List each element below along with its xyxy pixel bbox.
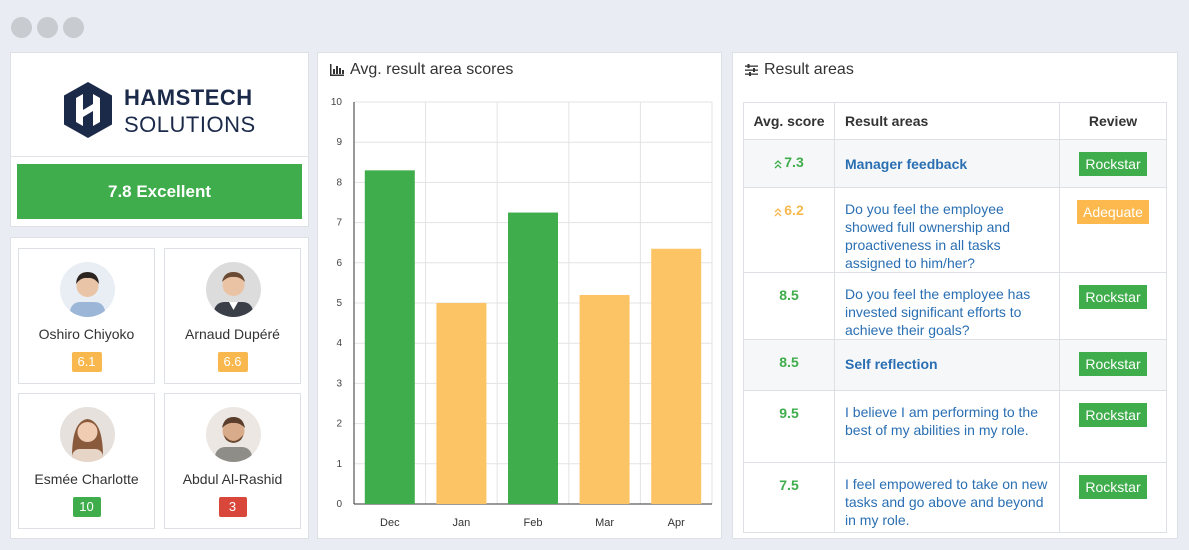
bar-jan[interactable] xyxy=(436,303,487,504)
person-score-badge: 6.1 xyxy=(71,352,102,372)
divider xyxy=(11,156,308,157)
review-badge[interactable]: Rockstar xyxy=(1079,475,1147,499)
person-score-badge: 10 xyxy=(72,497,101,517)
table-row[interactable]: 8.5 Self reflection Rockstar xyxy=(743,339,1167,391)
avatar xyxy=(206,407,261,462)
result-areas-title: Result areas xyxy=(764,61,854,78)
review-badge[interactable]: Rockstar xyxy=(1079,352,1147,376)
avatar xyxy=(206,262,261,317)
window-maximize-dot[interactable] xyxy=(63,17,84,38)
review-cell: Rockstar xyxy=(1059,139,1167,188)
y-tick-label: 0 xyxy=(336,499,342,510)
y-tick-label: 4 xyxy=(336,338,342,349)
person-card[interactable]: Esmée Charlotte 10 xyxy=(18,393,155,529)
y-tick-label: 2 xyxy=(336,419,342,430)
avg-score-cell: 7.5 xyxy=(743,462,835,533)
avatar xyxy=(60,407,115,462)
review-badge[interactable]: Adequate xyxy=(1077,200,1149,224)
table-row[interactable]: 9.5 I believe I am performing to the best… xyxy=(743,390,1167,463)
avg-score-cell: 7.3 xyxy=(743,139,835,188)
window-minimize-dot[interactable] xyxy=(37,17,58,38)
brand-line1: HAMSTECH xyxy=(124,85,253,110)
avg-score-value: 6.2 xyxy=(784,202,804,218)
person-name: Abdul Al-Rashid xyxy=(182,471,283,487)
table-row[interactable]: 6.2 Do you feel the employee showed full … xyxy=(743,187,1167,273)
table-row[interactable]: 8.5 Do you feel the employee has invested… xyxy=(743,272,1167,340)
people-panel: Oshiro Chiyoko 6.1 Arnaud Dupéré 6.6 Esm… xyxy=(10,237,309,539)
avg-score-value: 8.5 xyxy=(779,354,799,370)
person-name: Arnaud Dupéré xyxy=(185,326,280,342)
avg-score-value: 8.5 xyxy=(779,287,799,303)
bar-apr[interactable] xyxy=(651,248,702,504)
x-tick-label: Mar xyxy=(595,517,614,529)
y-tick-label: 6 xyxy=(336,258,342,269)
company-logo: HAMSTECH SOLUTIONS xyxy=(61,80,261,140)
result-area-link[interactable]: I feel empowered to take on new tasks an… xyxy=(834,462,1060,533)
column-header-score[interactable]: Avg. score xyxy=(743,102,835,140)
person-score-badge: 3 xyxy=(218,497,247,517)
result-areas-header: Result areas xyxy=(745,61,854,79)
result-areas-panel: Result areas Avg. score Result areas Rev… xyxy=(732,52,1178,539)
trend-up-icon xyxy=(774,207,782,218)
column-header-review[interactable]: Review xyxy=(1059,102,1167,140)
brand-panel: HAMSTECH SOLUTIONS 7.8 Excellent xyxy=(10,52,309,227)
bar-dec[interactable] xyxy=(364,170,415,504)
table-row[interactable]: 7.5 I feel empowered to take on new tasks… xyxy=(743,462,1167,533)
avg-score-value: 7.5 xyxy=(779,477,799,493)
avg-score-cell: 9.5 xyxy=(743,390,835,463)
bar-mar[interactable] xyxy=(579,294,630,504)
column-header-areas[interactable]: Result areas xyxy=(834,102,1060,140)
table-header-row: Avg. score Result areas Review xyxy=(743,102,1167,140)
result-area-link[interactable]: Manager feedback xyxy=(834,139,1060,188)
review-badge[interactable]: Rockstar xyxy=(1079,403,1147,427)
review-cell: Rockstar xyxy=(1059,462,1167,533)
result-area-link[interactable]: I believe I am performing to the best of… xyxy=(834,390,1060,463)
result-areas-table: Avg. score Result areas Review 7.3 Manage… xyxy=(743,102,1167,533)
result-area-link[interactable]: Self reflection xyxy=(834,339,1060,391)
person-name: Oshiro Chiyoko xyxy=(38,326,135,342)
review-badge[interactable]: Rockstar xyxy=(1079,152,1147,176)
x-tick-label: Jan xyxy=(453,517,471,529)
review-cell: Rockstar xyxy=(1059,339,1167,391)
person-name: Esmée Charlotte xyxy=(34,471,139,487)
avg-score-value: 9.5 xyxy=(779,405,799,421)
y-tick-label: 1 xyxy=(336,459,342,470)
brand-line2: SOLUTIONS xyxy=(124,112,256,137)
review-cell: Adequate xyxy=(1059,187,1167,273)
avg-score-cell: 8.5 xyxy=(743,272,835,340)
overall-score-bar: 7.8 Excellent xyxy=(17,164,302,219)
y-tick-label: 5 xyxy=(336,298,342,309)
y-tick-label: 7 xyxy=(336,218,342,229)
x-tick-label: Feb xyxy=(524,517,543,529)
x-tick-label: Apr xyxy=(668,517,685,529)
person-card[interactable]: Abdul Al-Rashid 3 xyxy=(164,393,301,529)
table-row[interactable]: 7.3 Manager feedback Rockstar xyxy=(743,139,1167,188)
bar-chart: 0 1 2 3 4 5 6 7 8 9 10 Dec Jan Feb Mar Apr xyxy=(331,97,713,529)
x-tick-label: Dec xyxy=(380,517,400,529)
avg-score-value: 7.3 xyxy=(784,154,804,170)
y-tick-label: 10 xyxy=(331,97,343,108)
result-area-link[interactable]: Do you feel the employee has invested si… xyxy=(834,272,1060,340)
person-score-badge: 6.6 xyxy=(217,352,248,372)
review-cell: Rockstar xyxy=(1059,272,1167,340)
person-card[interactable]: Arnaud Dupéré 6.6 xyxy=(164,248,301,384)
hexagon-logo-icon xyxy=(64,82,112,138)
avg-score-cell: 8.5 xyxy=(743,339,835,391)
bar-feb[interactable] xyxy=(508,212,558,505)
review-badge[interactable]: Rockstar xyxy=(1079,285,1147,309)
result-area-link[interactable]: Do you feel the employee showed full own… xyxy=(834,187,1060,273)
y-tick-label: 8 xyxy=(336,177,342,188)
avatar xyxy=(60,262,115,317)
y-tick-label: 9 xyxy=(336,137,342,148)
chart-panel: Avg. result area scores 0 1 2 3 4 5 6 7 8 9 10 Dec J… xyxy=(317,52,722,539)
y-tick-label: 3 xyxy=(336,378,342,389)
person-card[interactable]: Oshiro Chiyoko 6.1 xyxy=(18,248,155,384)
window-close-dot[interactable] xyxy=(11,17,32,38)
review-cell: Rockstar xyxy=(1059,390,1167,463)
trend-up-icon xyxy=(774,159,782,170)
sliders-icon xyxy=(745,64,758,76)
avg-score-cell: 6.2 xyxy=(743,187,835,273)
